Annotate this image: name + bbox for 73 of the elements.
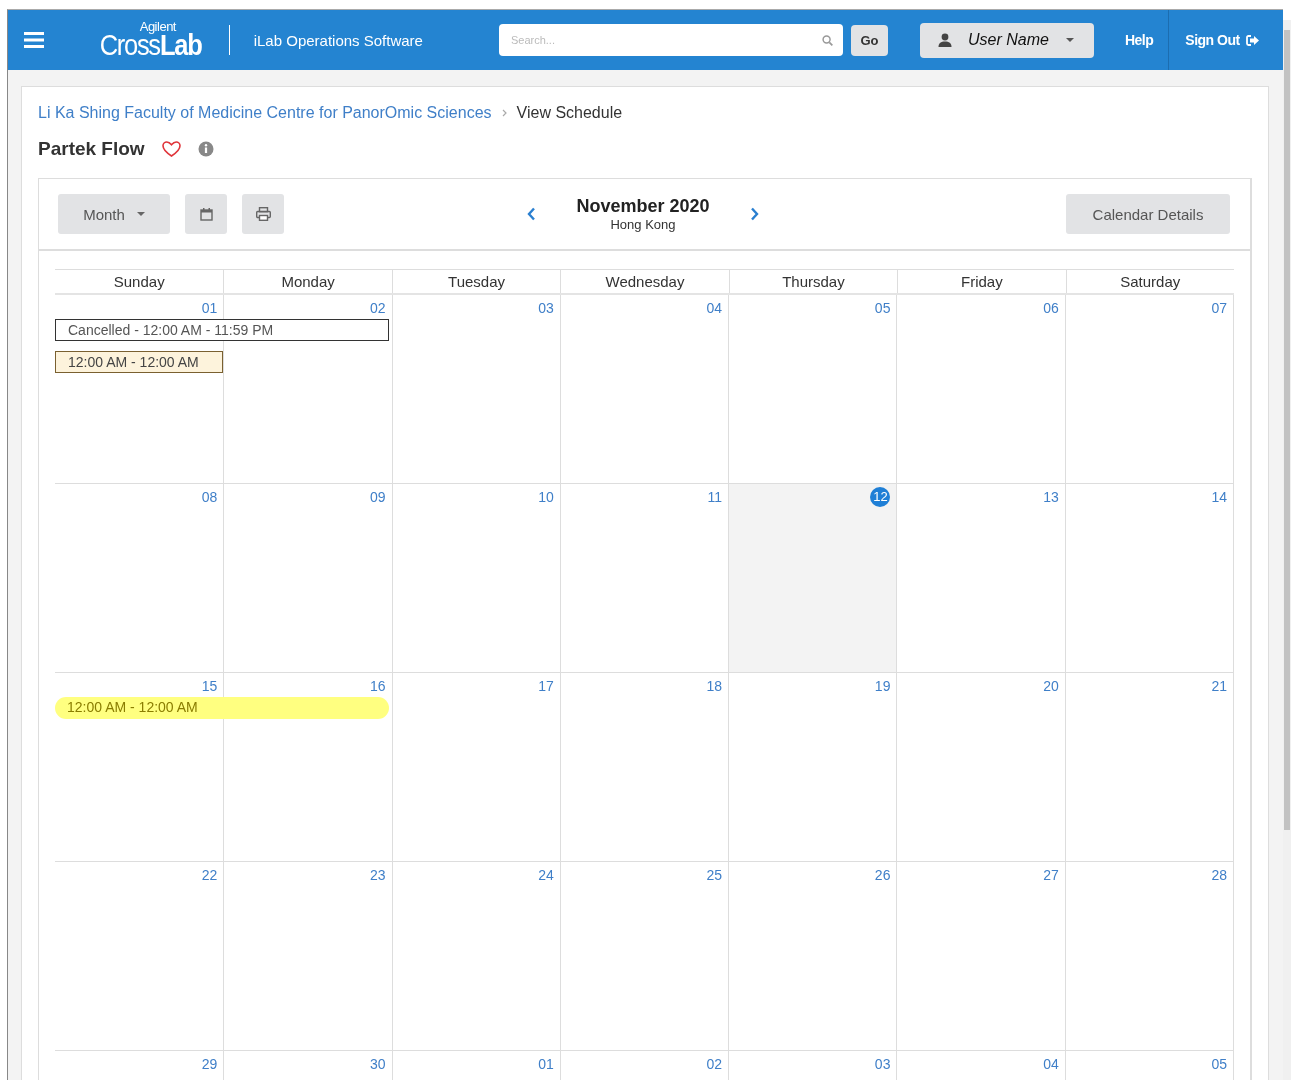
day-number[interactable]: 05 [1211, 1054, 1227, 1074]
date-picker-button[interactable] [185, 194, 227, 234]
day-number[interactable]: 29 [201, 1054, 218, 1074]
day-number[interactable]: 06 [1043, 298, 1059, 318]
day-number[interactable]: 11 [707, 487, 723, 507]
page-title: Partek Flow [38, 138, 145, 160]
caret-icon [1065, 38, 1074, 42]
weekday-header: Thursday [728, 270, 898, 293]
weekday-header: Monday [223, 270, 392, 293]
calendar-details-button[interactable]: Calendar Details [1066, 194, 1230, 234]
previous-month-icon[interactable] [527, 207, 537, 221]
day-number[interactable]: 26 [874, 865, 891, 885]
month-title: November 2020 [576, 196, 710, 217]
day-number[interactable]: 13 [1043, 487, 1059, 507]
calendar-event[interactable]: 12:00 AM - 12:00 AM [55, 351, 224, 373]
day-number[interactable]: 15 [201, 676, 218, 696]
weekday-header: Friday [897, 270, 1066, 293]
search-field[interactable]: Search... [498, 24, 843, 56]
day-number[interactable]: 04 [1043, 1054, 1059, 1074]
weekday-header: Tuesday [391, 270, 561, 293]
day-number[interactable]: 25 [706, 865, 723, 885]
printer-icon [255, 207, 271, 221]
day-number[interactable]: 27 [1043, 865, 1059, 885]
sign-out-link[interactable]: Sign Out [1185, 32, 1259, 48]
day-number[interactable]: 08 [201, 487, 218, 507]
print-button[interactable] [242, 194, 284, 234]
day-number[interactable]: 01 [538, 1054, 554, 1074]
day-number[interactable]: 23 [370, 865, 386, 885]
day-number[interactable]: 24 [538, 865, 554, 885]
breadcrumb-item: View Schedule [516, 104, 623, 122]
day-number[interactable]: 19 [874, 676, 891, 696]
chevron-icon [501, 109, 507, 117]
day-number[interactable]: 04 [706, 298, 723, 318]
day-number[interactable]: 03 [538, 298, 554, 318]
user-menu-button[interactable]: User Name [919, 22, 1094, 58]
calendar-event[interactable]: 12:00 AM - 12:00 AM [55, 697, 389, 719]
next-month-icon[interactable] [749, 207, 759, 221]
menu-icon[interactable] [24, 32, 44, 48]
day-number[interactable]: 22 [201, 865, 218, 885]
day-number[interactable]: 01 [201, 298, 218, 318]
breadcrumb-item[interactable]: Li Ka Shing Faculty of Medicine Centre for PanorOmic Sciences [38, 104, 492, 122]
caret-icon [136, 212, 145, 216]
day-number[interactable]: 03 [874, 1054, 891, 1074]
day-number[interactable]: 18 [706, 676, 723, 696]
day-number[interactable]: 07 [1211, 298, 1227, 318]
weekday-header: Sunday [112, 272, 166, 292]
help-link[interactable]: Help [1124, 32, 1154, 48]
sign-out-icon [1245, 34, 1259, 46]
view-dropdown-button[interactable]: Month [58, 194, 170, 234]
day-number[interactable]: 12 [870, 487, 891, 507]
day-number[interactable]: 05 [874, 298, 891, 318]
weekday-header: Saturday [1065, 270, 1234, 293]
day-number[interactable]: 17 [538, 676, 554, 696]
calendar-icon [199, 207, 213, 221]
person-icon [937, 33, 952, 47]
day-number[interactable]: 30 [370, 1054, 386, 1074]
day-number[interactable]: 21 [1211, 676, 1227, 696]
timezone-label: Hong Kong [610, 217, 676, 232]
day-number[interactable]: 02 [706, 1054, 723, 1074]
search-icon[interactable] [821, 35, 833, 46]
info-icon[interactable] [197, 141, 214, 157]
day-number[interactable]: 10 [538, 487, 554, 507]
day-number[interactable]: 02 [370, 298, 386, 318]
day-number[interactable]: 09 [370, 487, 386, 507]
day-number[interactable]: 20 [1043, 676, 1059, 696]
heart-icon[interactable] [161, 141, 181, 157]
go-button[interactable]: Go [850, 24, 888, 56]
app-name: iLab Operations Software [253, 31, 423, 49]
day-number[interactable]: 14 [1211, 487, 1227, 507]
weekday-header: Wednesday [560, 270, 729, 293]
day-number[interactable]: 16 [370, 676, 386, 696]
calendar-event[interactable]: Cancelled - 12:00 AM - 11:59 PM [55, 319, 389, 341]
day-number[interactable]: 28 [1211, 865, 1227, 885]
